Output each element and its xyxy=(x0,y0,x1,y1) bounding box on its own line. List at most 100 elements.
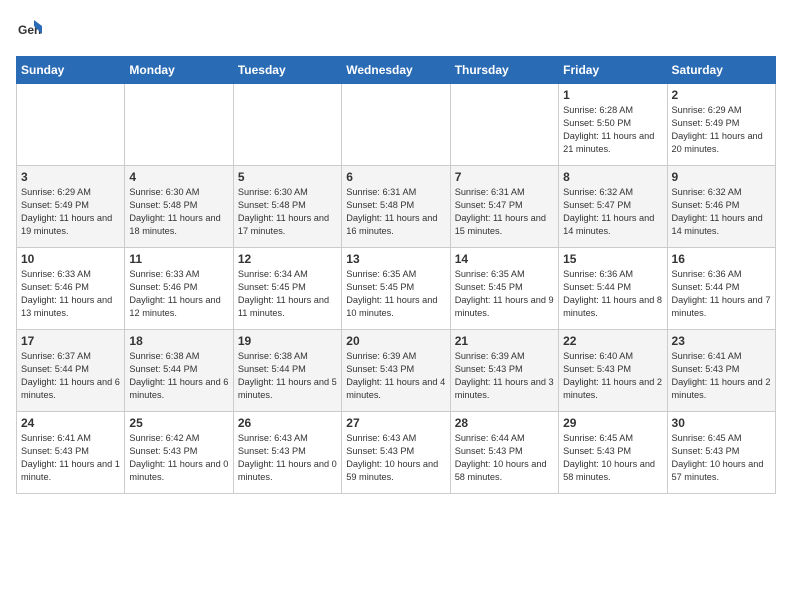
day-number: 30 xyxy=(672,416,771,430)
calendar-cell xyxy=(450,84,558,166)
day-info: Sunrise: 6:40 AM Sunset: 5:43 PM Dayligh… xyxy=(563,350,662,402)
calendar-cell: 19 Sunrise: 6:38 AM Sunset: 5:44 PM Dayli… xyxy=(233,330,341,412)
day-info: Sunrise: 6:32 AM Sunset: 5:47 PM Dayligh… xyxy=(563,186,662,238)
day-info: Sunrise: 6:30 AM Sunset: 5:48 PM Dayligh… xyxy=(129,186,228,238)
calendar-cell: 8 Sunrise: 6:32 AM Sunset: 5:47 PM Daylig… xyxy=(559,166,667,248)
calendar-cell: 26 Sunrise: 6:43 AM Sunset: 5:43 PM Dayli… xyxy=(233,412,341,494)
calendar-cell: 7 Sunrise: 6:31 AM Sunset: 5:47 PM Daylig… xyxy=(450,166,558,248)
day-number: 25 xyxy=(129,416,228,430)
day-info: Sunrise: 6:41 AM Sunset: 5:43 PM Dayligh… xyxy=(672,350,771,402)
day-info: Sunrise: 6:36 AM Sunset: 5:44 PM Dayligh… xyxy=(563,268,662,320)
day-info: Sunrise: 6:42 AM Sunset: 5:43 PM Dayligh… xyxy=(129,432,228,484)
calendar-row: 10 Sunrise: 6:33 AM Sunset: 5:46 PM Dayli… xyxy=(17,248,776,330)
calendar-cell xyxy=(17,84,125,166)
calendar-cell: 28 Sunrise: 6:44 AM Sunset: 5:43 PM Dayli… xyxy=(450,412,558,494)
day-number: 27 xyxy=(346,416,445,430)
calendar-cell: 5 Sunrise: 6:30 AM Sunset: 5:48 PM Daylig… xyxy=(233,166,341,248)
calendar-cell: 4Sunrise: 6:30 AM Sunset: 5:48 PM Daylig… xyxy=(125,166,233,248)
day-info: Sunrise: 6:41 AM Sunset: 5:43 PM Dayligh… xyxy=(21,432,120,484)
calendar-cell: 17 Sunrise: 6:37 AM Sunset: 5:44 PM Dayli… xyxy=(17,330,125,412)
day-number: 5 xyxy=(238,170,337,184)
calendar-cell: 18 Sunrise: 6:38 AM Sunset: 5:44 PM Dayli… xyxy=(125,330,233,412)
calendar-cell xyxy=(125,84,233,166)
calendar-cell xyxy=(342,84,450,166)
day-number: 14 xyxy=(455,252,554,266)
day-info: Sunrise: 6:36 AM Sunset: 5:44 PM Dayligh… xyxy=(672,268,771,320)
day-number: 18 xyxy=(129,334,228,348)
day-number: 19 xyxy=(238,334,337,348)
day-number: 3 xyxy=(21,170,120,184)
calendar-cell: 29Sunrise: 6:45 AM Sunset: 5:43 PM Dayli… xyxy=(559,412,667,494)
calendar-cell: 14 Sunrise: 6:35 AM Sunset: 5:45 PM Dayli… xyxy=(450,248,558,330)
calendar-row: 1 Sunrise: 6:28 AM Sunset: 5:50 PM Daylig… xyxy=(17,84,776,166)
col-header-friday: Friday xyxy=(559,57,667,84)
day-number: 12 xyxy=(238,252,337,266)
day-info: Sunrise: 6:35 AM Sunset: 5:45 PM Dayligh… xyxy=(346,268,445,320)
calendar-cell: 24 Sunrise: 6:41 AM Sunset: 5:43 PM Dayli… xyxy=(17,412,125,494)
calendar-cell: 27 Sunrise: 6:43 AM Sunset: 5:43 PM Dayli… xyxy=(342,412,450,494)
calendar-cell: 11Sunrise: 6:33 AM Sunset: 5:46 PM Dayli… xyxy=(125,248,233,330)
calendar-cell: 30 Sunrise: 6:45 AM Sunset: 5:43 PM Dayli… xyxy=(667,412,775,494)
calendar-cell: 9 Sunrise: 6:32 AM Sunset: 5:46 PM Daylig… xyxy=(667,166,775,248)
calendar-cell: 12 Sunrise: 6:34 AM Sunset: 5:45 PM Dayli… xyxy=(233,248,341,330)
calendar-header: SundayMondayTuesdayWednesdayThursdayFrid… xyxy=(17,57,776,84)
day-number: 26 xyxy=(238,416,337,430)
col-header-sunday: Sunday xyxy=(17,57,125,84)
logo: Gen xyxy=(16,16,48,44)
day-number: 6 xyxy=(346,170,445,184)
day-info: Sunrise: 6:28 AM Sunset: 5:50 PM Dayligh… xyxy=(563,104,662,156)
day-number: 15 xyxy=(563,252,662,266)
calendar-cell: 13Sunrise: 6:35 AM Sunset: 5:45 PM Dayli… xyxy=(342,248,450,330)
day-number: 20 xyxy=(346,334,445,348)
page-header: Gen xyxy=(16,16,776,44)
day-info: Sunrise: 6:29 AM Sunset: 5:49 PM Dayligh… xyxy=(672,104,771,156)
day-info: Sunrise: 6:38 AM Sunset: 5:44 PM Dayligh… xyxy=(238,350,337,402)
day-number: 7 xyxy=(455,170,554,184)
day-info: Sunrise: 6:39 AM Sunset: 5:43 PM Dayligh… xyxy=(346,350,445,402)
day-info: Sunrise: 6:34 AM Sunset: 5:45 PM Dayligh… xyxy=(238,268,337,320)
day-number: 1 xyxy=(563,88,662,102)
calendar-cell: 1 Sunrise: 6:28 AM Sunset: 5:50 PM Daylig… xyxy=(559,84,667,166)
calendar-cell xyxy=(233,84,341,166)
day-number: 24 xyxy=(21,416,120,430)
col-header-monday: Monday xyxy=(125,57,233,84)
day-info: Sunrise: 6:33 AM Sunset: 5:46 PM Dayligh… xyxy=(129,268,228,320)
day-number: 17 xyxy=(21,334,120,348)
calendar-cell: 20 Sunrise: 6:39 AM Sunset: 5:43 PM Dayli… xyxy=(342,330,450,412)
col-header-tuesday: Tuesday xyxy=(233,57,341,84)
calendar-row: 3Sunrise: 6:29 AM Sunset: 5:49 PM Daylig… xyxy=(17,166,776,248)
calendar-cell: 22 Sunrise: 6:40 AM Sunset: 5:43 PM Dayli… xyxy=(559,330,667,412)
day-number: 22 xyxy=(563,334,662,348)
day-number: 2 xyxy=(672,88,771,102)
calendar-cell: 10 Sunrise: 6:33 AM Sunset: 5:46 PM Dayli… xyxy=(17,248,125,330)
day-info: Sunrise: 6:35 AM Sunset: 5:45 PM Dayligh… xyxy=(455,268,554,320)
day-info: Sunrise: 6:37 AM Sunset: 5:44 PM Dayligh… xyxy=(21,350,120,402)
calendar-cell: 16Sunrise: 6:36 AM Sunset: 5:44 PM Dayli… xyxy=(667,248,775,330)
day-number: 10 xyxy=(21,252,120,266)
day-info: Sunrise: 6:38 AM Sunset: 5:44 PM Dayligh… xyxy=(129,350,228,402)
day-info: Sunrise: 6:43 AM Sunset: 5:43 PM Dayligh… xyxy=(346,432,445,484)
col-header-wednesday: Wednesday xyxy=(342,57,450,84)
day-info: Sunrise: 6:31 AM Sunset: 5:48 PM Dayligh… xyxy=(346,186,445,238)
col-header-saturday: Saturday xyxy=(667,57,775,84)
day-info: Sunrise: 6:30 AM Sunset: 5:48 PM Dayligh… xyxy=(238,186,337,238)
day-info: Sunrise: 6:31 AM Sunset: 5:47 PM Dayligh… xyxy=(455,186,554,238)
day-info: Sunrise: 6:32 AM Sunset: 5:46 PM Dayligh… xyxy=(672,186,771,238)
logo-icon: Gen xyxy=(16,16,44,44)
day-number: 28 xyxy=(455,416,554,430)
day-info: Sunrise: 6:45 AM Sunset: 5:43 PM Dayligh… xyxy=(563,432,662,484)
calendar-cell: 21Sunrise: 6:39 AM Sunset: 5:43 PM Dayli… xyxy=(450,330,558,412)
calendar-row: 17 Sunrise: 6:37 AM Sunset: 5:44 PM Dayli… xyxy=(17,330,776,412)
calendar-row: 24 Sunrise: 6:41 AM Sunset: 5:43 PM Dayli… xyxy=(17,412,776,494)
day-info: Sunrise: 6:33 AM Sunset: 5:46 PM Dayligh… xyxy=(21,268,120,320)
day-info: Sunrise: 6:45 AM Sunset: 5:43 PM Dayligh… xyxy=(672,432,771,484)
calendar-cell: 15 Sunrise: 6:36 AM Sunset: 5:44 PM Dayli… xyxy=(559,248,667,330)
day-number: 23 xyxy=(672,334,771,348)
day-number: 9 xyxy=(672,170,771,184)
calendar-cell: 6 Sunrise: 6:31 AM Sunset: 5:48 PM Daylig… xyxy=(342,166,450,248)
day-number: 8 xyxy=(563,170,662,184)
calendar-table: SundayMondayTuesdayWednesdayThursdayFrid… xyxy=(16,56,776,494)
calendar-cell: 23 Sunrise: 6:41 AM Sunset: 5:43 PM Dayli… xyxy=(667,330,775,412)
day-info: Sunrise: 6:43 AM Sunset: 5:43 PM Dayligh… xyxy=(238,432,337,484)
day-info: Sunrise: 6:44 AM Sunset: 5:43 PM Dayligh… xyxy=(455,432,554,484)
